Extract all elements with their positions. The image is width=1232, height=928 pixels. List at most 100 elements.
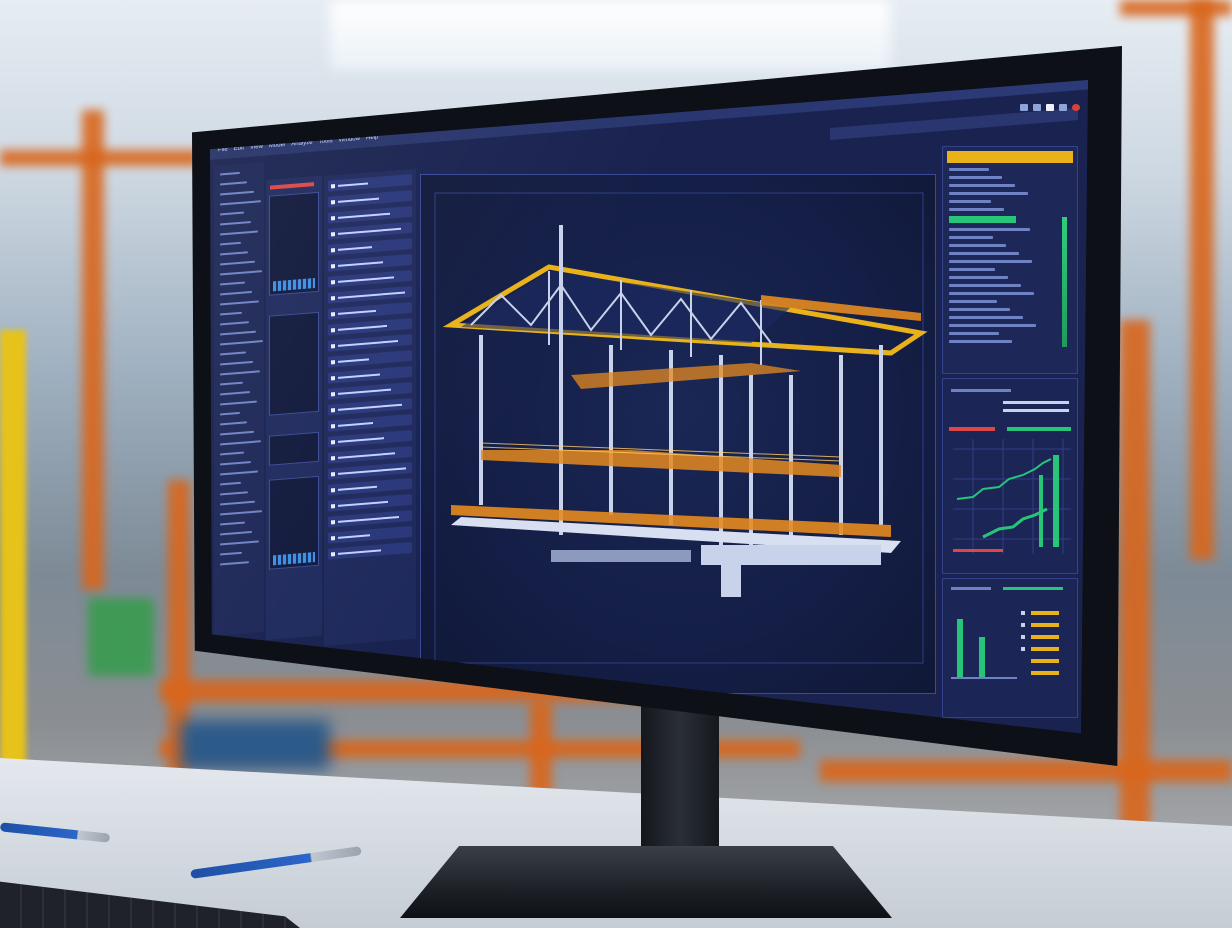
tree-item[interactable] (220, 481, 241, 486)
tree-item[interactable] (220, 300, 259, 306)
tree-item[interactable] (220, 270, 262, 276)
list-item[interactable] (328, 365, 412, 384)
property-row[interactable] (949, 340, 1012, 343)
list-item[interactable] (328, 317, 412, 336)
checkbox[interactable] (331, 423, 335, 428)
property-row[interactable] (949, 200, 991, 203)
tree-item[interactable] (220, 221, 251, 226)
checkbox[interactable] (331, 407, 335, 412)
tree-item[interactable] (220, 470, 258, 476)
selected-row[interactable] (949, 216, 1016, 223)
checkbox[interactable] (331, 327, 335, 332)
checkbox[interactable] (331, 279, 335, 284)
list-item[interactable] (328, 397, 412, 416)
tree-item[interactable] (220, 400, 257, 406)
tree-item[interactable] (220, 251, 248, 256)
tree-item[interactable] (220, 381, 243, 386)
tree-item[interactable] (220, 241, 241, 246)
thumbnail-view[interactable] (269, 191, 319, 296)
list-item[interactable] (328, 189, 412, 208)
list-item[interactable] (328, 461, 412, 480)
checkbox[interactable] (331, 375, 335, 380)
tree-item[interactable] (220, 451, 244, 456)
tree-item[interactable] (220, 430, 254, 436)
tree-item[interactable] (220, 181, 247, 186)
settings-icon[interactable] (1059, 104, 1067, 111)
list-item[interactable] (328, 301, 412, 320)
list-item[interactable] (328, 445, 412, 464)
checkbox[interactable] (331, 551, 335, 556)
thumbnail-view[interactable] (269, 475, 319, 570)
close-icon[interactable] (1072, 104, 1080, 111)
tree-item[interactable] (220, 510, 262, 516)
checkbox[interactable] (331, 215, 335, 220)
tree-item[interactable] (220, 461, 251, 466)
list-item[interactable] (328, 269, 412, 288)
property-row[interactable] (949, 324, 1036, 327)
tree-item[interactable] (220, 211, 244, 216)
property-row[interactable] (949, 268, 995, 271)
list-item[interactable] (328, 333, 412, 352)
list-item[interactable] (328, 221, 412, 240)
tree-item[interactable] (220, 521, 245, 526)
property-row[interactable] (949, 292, 1034, 295)
list-item[interactable] (328, 413, 412, 432)
property-row[interactable] (949, 276, 1008, 279)
checkbox[interactable] (331, 455, 335, 460)
checkbox[interactable] (331, 503, 335, 508)
checkbox[interactable] (331, 183, 335, 188)
tree-item[interactable] (220, 290, 252, 296)
checkbox[interactable] (331, 247, 335, 252)
property-row[interactable] (949, 228, 1030, 231)
property-row[interactable] (949, 168, 989, 171)
tree-item[interactable] (220, 260, 255, 266)
checkbox[interactable] (331, 439, 335, 444)
tree-item[interactable] (220, 330, 256, 336)
list-item[interactable] (328, 205, 412, 224)
checkbox[interactable] (331, 199, 335, 204)
list-item[interactable] (328, 493, 412, 512)
property-row[interactable] (949, 284, 1021, 287)
checkbox[interactable] (331, 535, 335, 540)
undo-icon[interactable] (1020, 104, 1028, 111)
property-row[interactable] (949, 260, 1032, 263)
checkbox[interactable] (331, 391, 335, 396)
property-row[interactable] (949, 252, 1019, 255)
property-row[interactable] (949, 308, 1010, 311)
tree-item[interactable] (220, 391, 250, 396)
checkbox[interactable] (331, 343, 335, 348)
list-item[interactable] (328, 349, 412, 368)
tree-item[interactable] (220, 190, 254, 196)
list-item[interactable] (328, 429, 412, 448)
property-row[interactable] (949, 184, 1015, 187)
tree-item[interactable] (220, 500, 255, 506)
checkbox[interactable] (331, 471, 335, 476)
tree-item[interactable] (220, 171, 240, 176)
property-row[interactable] (949, 208, 1004, 211)
tree-item[interactable] (220, 340, 263, 346)
panel-header[interactable] (947, 151, 1073, 163)
checkbox[interactable] (331, 311, 335, 316)
property-row[interactable] (949, 236, 993, 239)
tree-item[interactable] (220, 561, 249, 566)
property-row[interactable] (949, 176, 1002, 179)
tree-item[interactable] (220, 551, 242, 556)
tree-item[interactable] (220, 370, 260, 376)
tree-item[interactable] (220, 491, 248, 496)
checkbox[interactable] (331, 295, 335, 300)
checkbox[interactable] (331, 359, 335, 364)
property-row[interactable] (949, 300, 997, 303)
list-item[interactable] (328, 237, 412, 256)
property-row[interactable] (949, 244, 1006, 247)
property-row[interactable] (949, 316, 1023, 319)
redo-icon[interactable] (1033, 104, 1041, 111)
property-row[interactable] (949, 192, 1028, 195)
list-item[interactable] (328, 509, 412, 528)
thumbnail-view[interactable] (269, 431, 319, 466)
property-row[interactable] (949, 332, 999, 335)
checkbox[interactable] (331, 231, 335, 236)
tree-item[interactable] (220, 360, 253, 366)
tree-item[interactable] (220, 200, 261, 206)
list-item[interactable] (328, 525, 412, 544)
3d-model-viewport[interactable] (420, 174, 936, 694)
